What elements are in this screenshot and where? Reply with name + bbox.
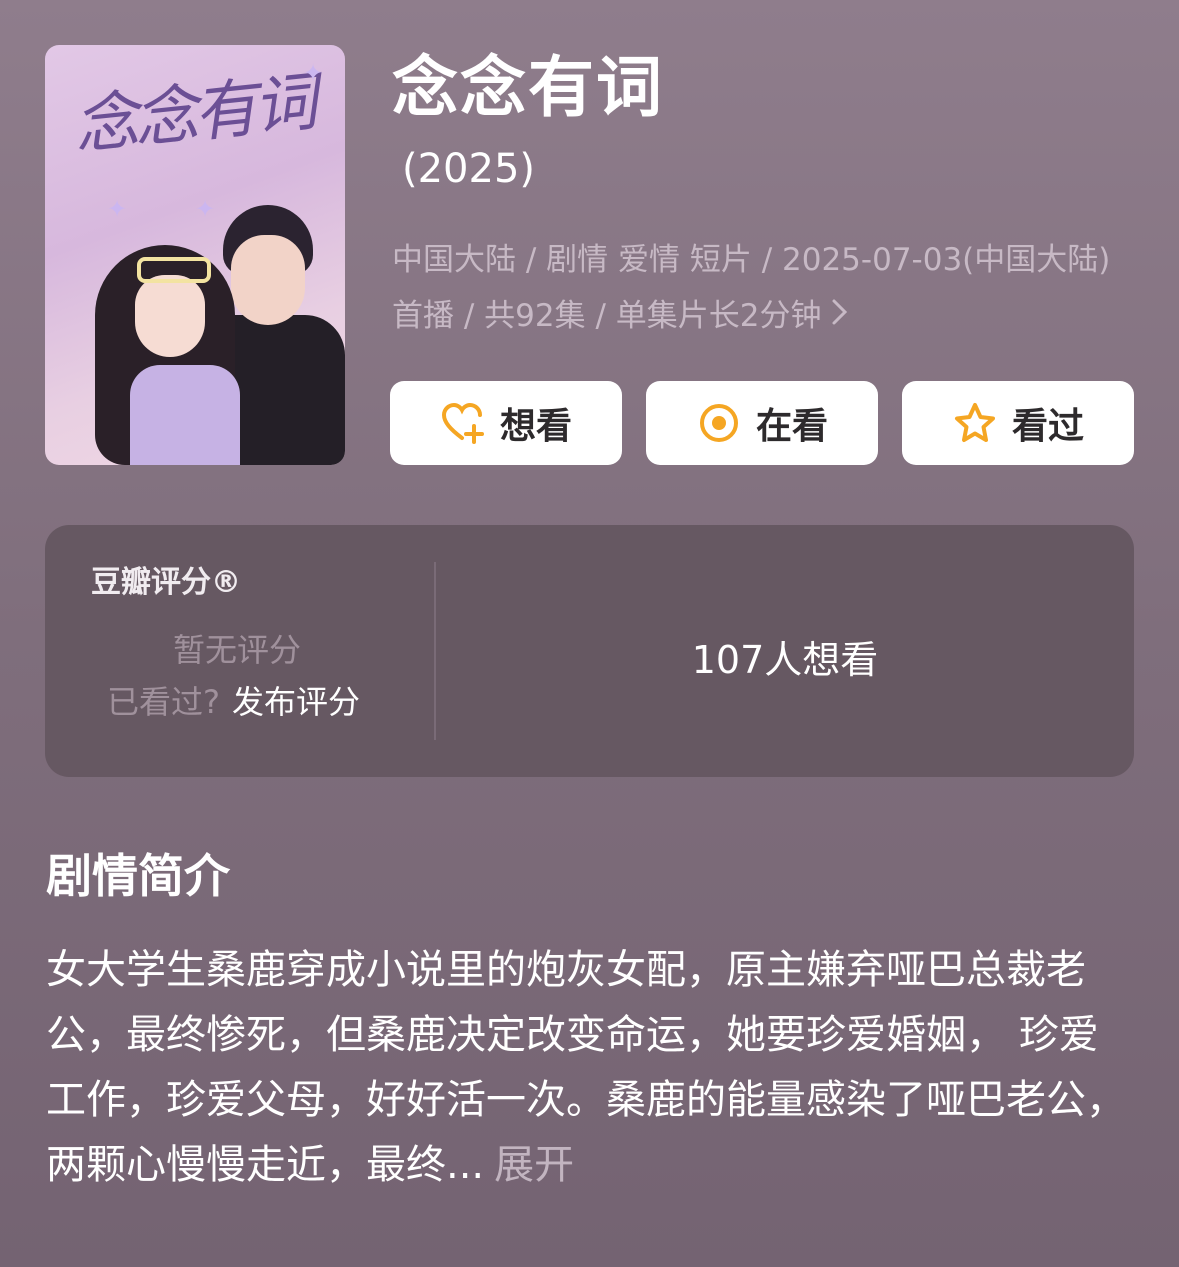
synopsis-title: 剧情简介 — [46, 849, 230, 903]
poster-figure — [130, 365, 240, 465]
want-label: 想看 — [499, 406, 572, 447]
poster-figure — [135, 275, 205, 357]
watched-label: 看过 — [1011, 406, 1084, 447]
star-decoration: ✦ — [303, 59, 324, 87]
watching-label: 在看 — [755, 406, 828, 447]
star-decoration: ✦ — [107, 195, 128, 223]
synopsis-text-block: 女大学生桑鹿穿成小说里的炮灰女配，原主嫌弃哑巴总裁老公，最终惨死，但桑鹿决定改变… — [46, 938, 1126, 1198]
expand-link[interactable]: 展开 — [494, 1142, 574, 1188]
meta-text: 中国大陆 / 剧情 爱情 短片 / 2025-07-03(中国大陆) 首播 / … — [392, 242, 1111, 334]
watching-button[interactable]: 在看 — [646, 381, 878, 465]
star-decoration: ✦ — [195, 195, 216, 223]
watched-button[interactable]: 看过 — [902, 381, 1134, 465]
rating-card: 豆瓣评分® 暂无评分 已看过? 发布评分 107人想看 — [45, 525, 1134, 777]
page-title: 念念有词 — [392, 49, 664, 126]
no-score-text: 暂无评分 — [173, 631, 302, 669]
watched-prompt: 已看过? — [107, 683, 220, 721]
meta-info[interactable]: 中国大陆 / 剧情 爱情 短片 / 2025-07-03(中国大陆) 首播 / … — [392, 232, 1132, 344]
poster-image[interactable]: 念念有词 ✦ ✦ ✦ ✦ — [45, 45, 345, 465]
synopsis-text: 女大学生桑鹿穿成小说里的炮灰女配，原主嫌弃哑巴总裁老公，最终惨死，但桑鹿决定改变… — [46, 947, 1126, 1188]
watched-prompt-row: 已看过? 发布评分 — [107, 677, 360, 723]
release-year: (2025) — [402, 146, 536, 192]
want-count[interactable]: 107人想看 — [436, 629, 1134, 684]
target-icon — [699, 404, 738, 442]
poster-title-art: 念念有词 — [70, 65, 317, 165]
star-icon — [954, 403, 995, 442]
chevron-right-icon — [831, 288, 849, 344]
want-button[interactable]: 想看 — [390, 381, 622, 465]
publish-rating-link[interactable]: 发布评分 — [232, 683, 360, 721]
heart-plus-icon — [441, 402, 484, 444]
rating-title: 豆瓣评分® — [91, 565, 241, 600]
poster-figure — [231, 235, 305, 325]
poster-figure — [137, 257, 211, 283]
